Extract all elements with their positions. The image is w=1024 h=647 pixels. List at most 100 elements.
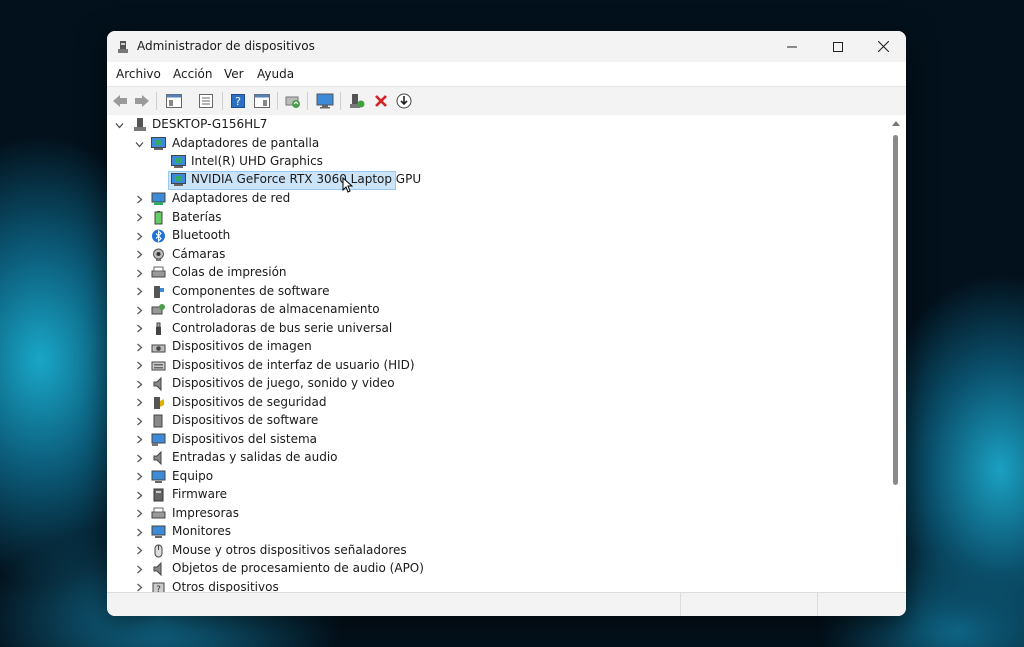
expand-arrow-icon[interactable] [134,583,144,593]
expand-arrow-icon[interactable] [134,490,144,500]
menu-bar: Archivo Acción Ver Ayuda [107,62,906,86]
collapse-arrow-icon[interactable] [134,139,144,149]
help-icon: ? [231,94,245,108]
expand-arrow-icon[interactable] [134,398,144,408]
tree-device-nvidia-rtx[interactable]: NVIDIA GeForce RTX 3060 Laptop GPU [107,171,507,193]
software-device-icon [153,414,163,428]
tree-category-item[interactable]: Dispositivos de software [107,412,507,430]
tree-category-item[interactable]: Dispositivos de interfaz de usuario (HID… [107,357,507,375]
svg-text:?: ? [235,95,241,108]
tree-category-item[interactable]: Impresoras [107,505,507,523]
vertical-scrollbar[interactable] [887,115,906,592]
tree-category-item[interactable]: Dispositivos del sistema [107,431,507,449]
scrollbar-thumb[interactable] [893,135,898,485]
tree-category-item[interactable]: Dispositivos de juego, sonido y video [107,375,507,393]
close-button[interactable] [860,31,906,62]
scroll-up-arrow-icon[interactable] [892,121,900,126]
tree-category-item[interactable]: Entradas y salidas de audio [107,449,507,467]
camera-icon [153,248,164,261]
title-bar[interactable]: Administrador de dispositivos [107,31,906,62]
uninstall-device-button[interactable] [372,92,390,110]
category-label: Objetos de procesamiento de audio (APO) [172,561,424,575]
maximize-button[interactable] [815,31,861,62]
tree-category-item[interactable]: Baterías [107,209,507,227]
battery-icon [154,210,163,224]
expand-arrow-icon[interactable] [134,324,144,334]
show-hide-console-tree-icon [166,94,182,108]
device-tree[interactable]: DESKTOP-G156HL7 Adaptadores de pantalla … [107,115,887,592]
device-manager-app-icon [118,41,128,53]
expand-arrow-icon[interactable] [134,213,144,223]
display-adapter-icon [171,155,186,168]
audio-io-icon [153,451,162,465]
menu-accion[interactable]: Acción [173,67,212,81]
tree-root-label: DESKTOP-G156HL7 [152,117,268,131]
tree-category-item[interactable]: Colas de impresión [107,264,507,282]
tree-category-item[interactable]: Controladoras de almacenamiento [107,301,507,319]
usb-icon [156,322,161,335]
expand-arrow-icon[interactable] [134,509,144,519]
expand-arrow-icon[interactable] [134,268,144,278]
tree-category-item[interactable]: Componentes de software [107,283,507,301]
tree-category-item[interactable]: Objetos de procesamiento de audio (APO) [107,560,507,578]
tree-category-item[interactable]: Mouse y otros dispositivos señaladores [107,542,507,560]
expand-arrow-icon[interactable] [134,250,144,260]
expand-arrow-icon[interactable] [134,435,144,445]
back-button[interactable] [111,92,129,110]
expand-arrow-icon[interactable] [134,546,144,556]
expand-arrow-icon[interactable] [134,564,144,574]
device-manager-window: Administrador de dispositivos Archivo Ac… [107,31,906,616]
expand-arrow-icon[interactable] [134,287,144,297]
category-label: Otros dispositivos [172,579,279,593]
category-label: Equipo [172,468,214,483]
menu-ayuda[interactable]: Ayuda [257,67,294,81]
tree-category-display-adapters[interactable]: Adaptadores de pantalla [107,135,507,153]
collapse-arrow-icon[interactable] [114,120,124,130]
expand-arrow-icon[interactable] [134,453,144,463]
toolbar-separator [156,92,157,110]
expand-arrow-icon[interactable] [134,379,144,389]
category-label: Controladoras de almacenamiento [172,302,380,316]
forward-icon [135,95,149,107]
tree-category-item[interactable]: Adaptadores de red [107,190,507,208]
tree-device-intel-uhd[interactable]: Intel(R) UHD Graphics [107,153,507,171]
tree-category-item[interactable]: Controladoras de bus serie universal [107,320,507,338]
category-label: Colas de impresión [172,265,287,279]
menu-ver[interactable]: Ver [224,67,244,81]
expand-arrow-icon[interactable] [134,194,144,204]
tree-root[interactable]: DESKTOP-G156HL7 [107,116,507,134]
expand-arrow-icon[interactable] [134,231,144,241]
category-label: Dispositivos de interfaz de usuario (HID… [172,357,415,372]
monitor-button[interactable] [316,92,334,110]
firmware-icon [153,488,164,502]
expand-arrow-icon[interactable] [134,527,144,537]
show-hide-console-tree-button[interactable] [165,92,183,110]
scan-hardware-changes-button[interactable] [284,92,302,110]
tree-category-item[interactable]: Monitores [107,523,507,541]
expand-arrow-icon[interactable] [134,416,144,426]
category-label: Adaptadores de pantalla [172,136,320,150]
other-device-icon: ? [152,582,165,592]
expand-arrow-icon[interactable] [134,305,144,315]
tree-category-item[interactable]: Dispositivos de imagen [107,338,507,356]
expand-arrow-icon[interactable] [134,472,144,482]
tree-category-item[interactable]: Cámaras [107,246,507,264]
audio-processing-icon [153,562,162,576]
properties-button[interactable] [197,92,215,110]
category-label: Adaptadores de red [172,191,291,205]
category-label: Entradas y salidas de audio [172,450,338,464]
tree-category-item[interactable]: ? Otros dispositivos [107,579,507,593]
tree-category-item[interactable]: Dispositivos de seguridad [107,394,507,412]
tree-category-item[interactable]: Firmware [107,486,507,504]
help-button[interactable]: ? [229,92,247,110]
expand-arrow-icon[interactable] [134,342,144,352]
disable-device-button[interactable] [395,92,413,110]
update-driver-button[interactable] [348,92,366,110]
forward-button[interactable] [133,92,151,110]
expand-arrow-icon[interactable] [134,361,144,371]
tree-category-item[interactable]: Equipo [107,468,507,486]
tree-category-item[interactable]: Bluetooth [107,227,507,245]
menu-archivo[interactable]: Archivo [116,67,161,81]
show-action-pane-button[interactable] [253,92,271,110]
minimize-button[interactable] [769,31,815,62]
